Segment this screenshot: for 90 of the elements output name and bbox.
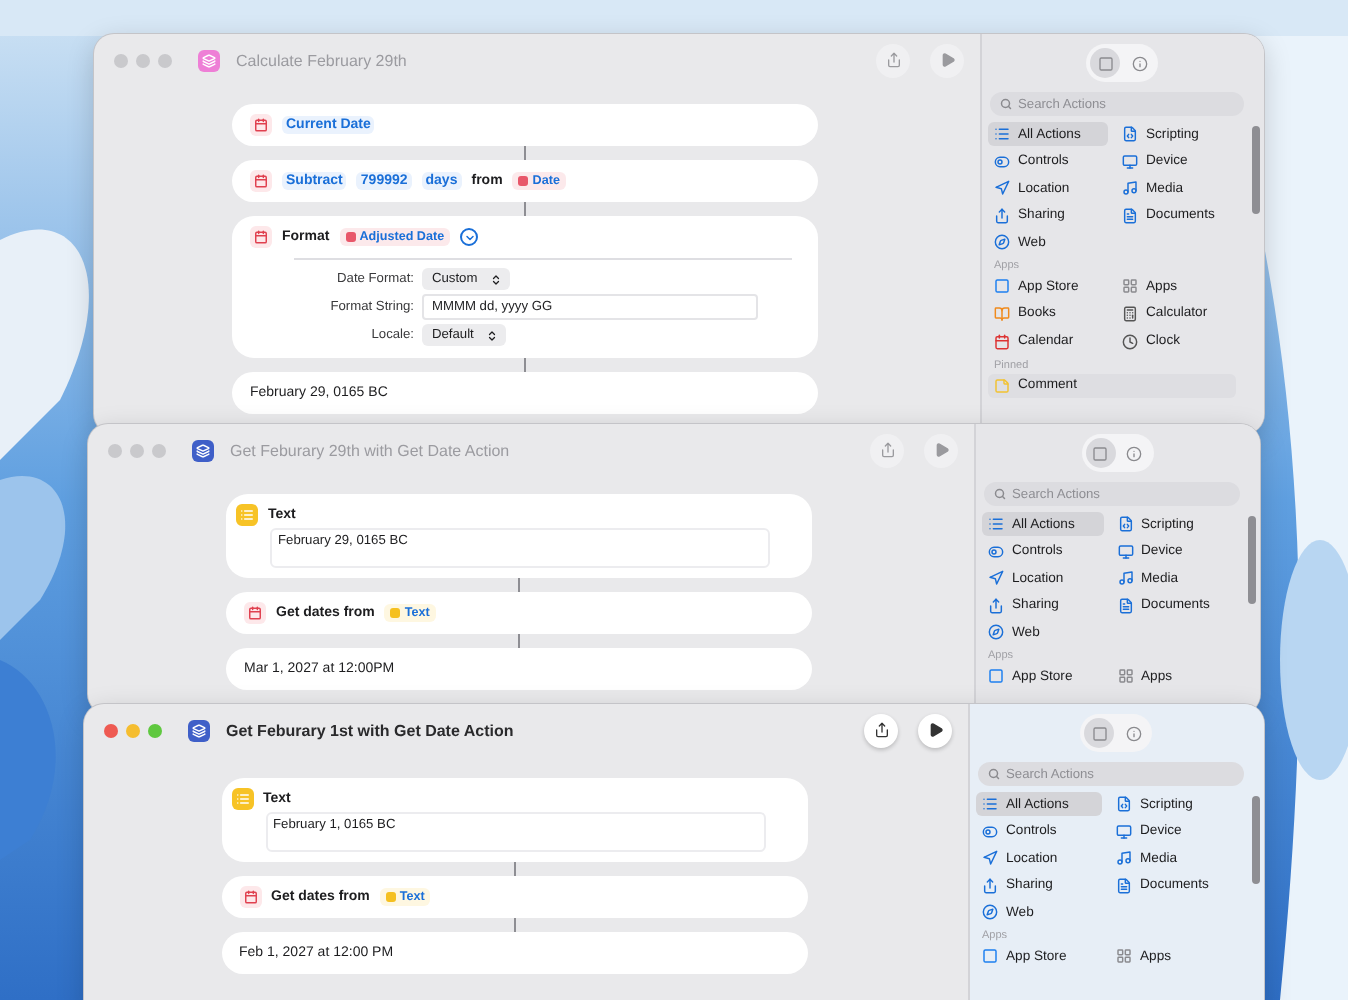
connector-line xyxy=(524,146,526,160)
monitor-icon xyxy=(1116,823,1132,840)
square-icon xyxy=(1097,55,1113,71)
compass-icon xyxy=(994,234,1010,251)
connector-line xyxy=(524,358,526,372)
window-title: Get Feburary 29th with Get Date Action xyxy=(230,441,510,459)
play-icon xyxy=(933,442,949,458)
connector-line xyxy=(518,578,520,592)
up-down-chevron-icon xyxy=(489,273,502,285)
app-tile-icon xyxy=(982,948,998,965)
info-icon xyxy=(1131,55,1147,71)
scrollbar[interactable] xyxy=(1248,516,1256,604)
clock-icon xyxy=(1122,333,1138,350)
toggle-icon xyxy=(988,543,1004,560)
expand-icon[interactable] xyxy=(460,228,479,246)
share-icon xyxy=(988,597,1004,614)
window-title: Get Feburary 1st with Get Date Action xyxy=(226,721,514,739)
calendar-icon xyxy=(244,602,266,624)
grid-icon xyxy=(1116,948,1132,965)
calendar-icon xyxy=(994,333,1010,350)
calendar-icon xyxy=(239,886,261,908)
grid-icon xyxy=(1122,278,1138,295)
window-control[interactable] xyxy=(158,53,172,67)
window-control[interactable] xyxy=(108,443,122,457)
arrow-icon xyxy=(994,180,1010,197)
share-icon xyxy=(873,722,889,738)
list-icon xyxy=(994,126,1010,142)
play-icon xyxy=(939,52,955,68)
music-note-icon xyxy=(1116,850,1132,867)
app-tile-icon xyxy=(994,278,1010,295)
square-icon xyxy=(1091,725,1107,741)
connector-line xyxy=(518,634,520,648)
window-control[interactable] xyxy=(130,443,144,457)
info-icon xyxy=(1125,725,1141,741)
share-button[interactable] xyxy=(864,713,898,747)
list-icon xyxy=(982,796,998,812)
scrollbar[interactable] xyxy=(1252,126,1260,214)
share-icon xyxy=(982,877,998,894)
window-control[interactable] xyxy=(126,723,140,737)
connector-line xyxy=(524,202,526,216)
app-tile-icon xyxy=(988,668,1004,685)
list-icon xyxy=(988,516,1004,532)
search-icon xyxy=(988,768,1000,780)
share-icon xyxy=(885,52,901,68)
window-control[interactable] xyxy=(104,723,118,737)
text-lines-icon xyxy=(231,788,253,810)
window-control[interactable] xyxy=(152,443,166,457)
script-icon xyxy=(1117,516,1133,532)
window-control[interactable] xyxy=(136,53,150,67)
square-icon xyxy=(1092,445,1108,461)
library-tab[interactable] xyxy=(1084,718,1114,748)
arrow-icon xyxy=(982,850,998,867)
script-icon xyxy=(1116,796,1132,812)
calculator-icon xyxy=(1122,305,1138,322)
music-note-icon xyxy=(1122,180,1138,197)
scrollbar[interactable] xyxy=(1252,796,1260,884)
book-icon xyxy=(994,305,1010,322)
script-icon xyxy=(1122,126,1138,142)
share-icon xyxy=(994,207,1010,224)
document-icon xyxy=(1122,207,1138,224)
compass-icon xyxy=(982,904,998,921)
library-tab[interactable] xyxy=(1090,48,1120,78)
up-down-chevron-icon xyxy=(485,329,498,341)
window-control[interactable] xyxy=(148,723,162,737)
note-icon xyxy=(994,377,1010,394)
calendar-icon xyxy=(250,114,272,136)
connector-line xyxy=(513,862,515,876)
arrow-icon xyxy=(988,570,1004,587)
document-icon xyxy=(1116,877,1132,894)
grid-icon xyxy=(1117,668,1133,685)
toggle-icon xyxy=(982,823,998,840)
connector-line xyxy=(513,918,515,932)
search-icon xyxy=(1000,98,1012,110)
info-icon xyxy=(1126,445,1142,461)
window-title: Calculate February 29th xyxy=(236,51,407,69)
monitor-icon xyxy=(1122,153,1138,170)
compass-icon xyxy=(988,624,1004,641)
run-button[interactable] xyxy=(918,713,952,747)
share-icon xyxy=(879,442,895,458)
music-note-icon xyxy=(1117,570,1133,587)
window-control[interactable] xyxy=(114,53,128,67)
calendar-minus-icon xyxy=(250,170,272,192)
monitor-icon xyxy=(1117,543,1133,560)
library-tab[interactable] xyxy=(1085,438,1115,468)
text-lines-icon xyxy=(236,504,258,526)
document-icon xyxy=(1117,597,1133,614)
toggle-icon xyxy=(994,153,1010,170)
search-icon xyxy=(994,488,1006,500)
play-icon xyxy=(927,722,943,738)
calendar-icon xyxy=(250,226,272,248)
